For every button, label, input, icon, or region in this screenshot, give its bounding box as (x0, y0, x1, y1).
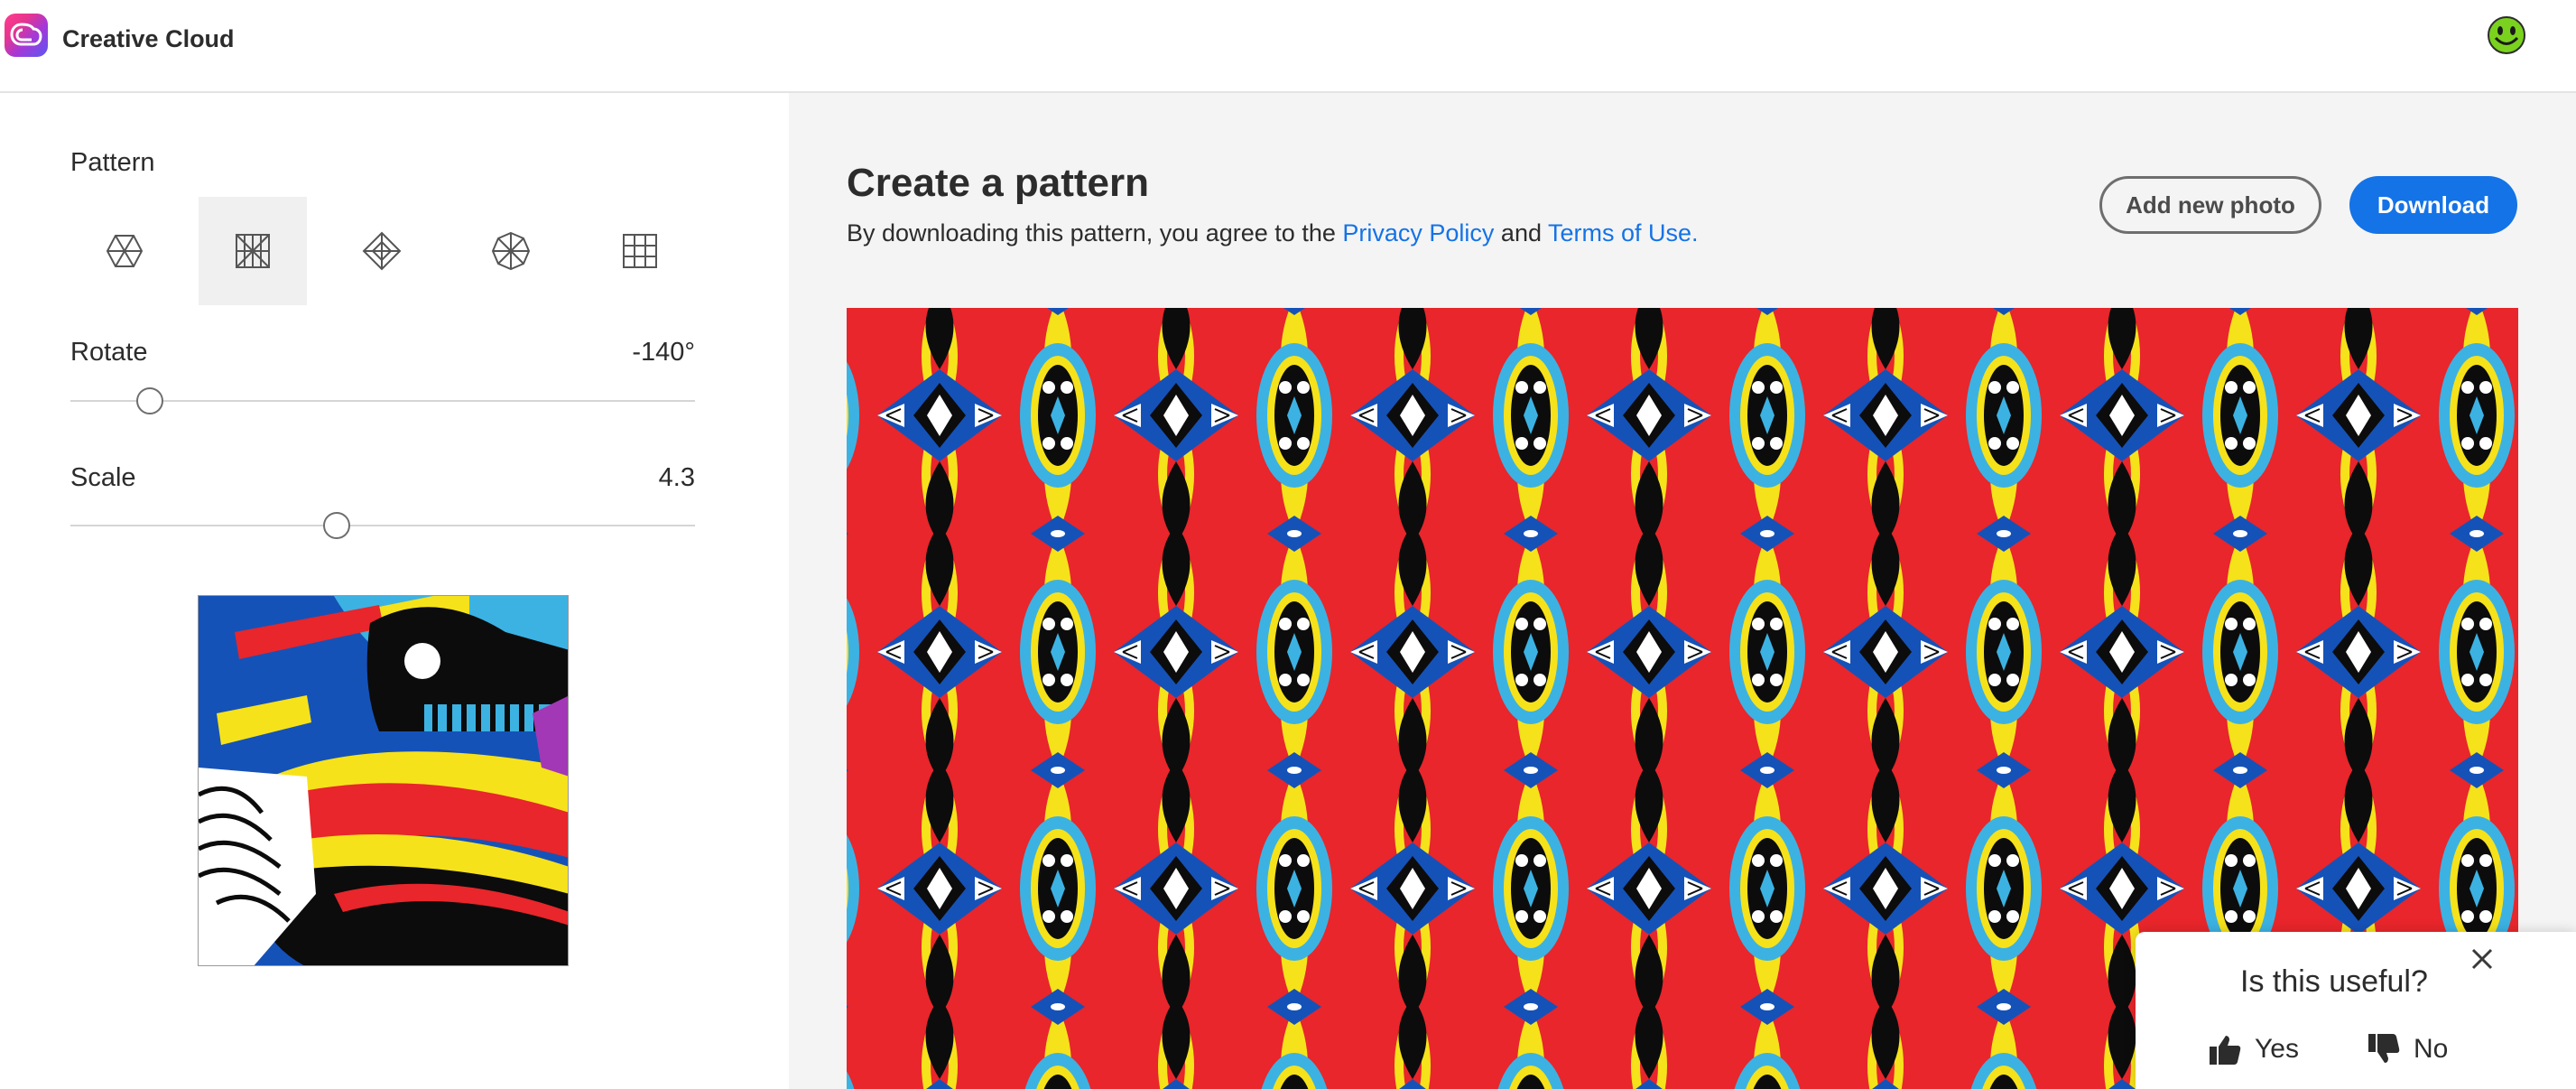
pattern-type-diamond[interactable] (328, 197, 436, 305)
scale-slider[interactable] (70, 525, 695, 526)
scale-slider-thumb[interactable] (323, 512, 350, 539)
feedback-question: Is this useful? (2240, 964, 2428, 999)
scale-value: 4.3 (658, 463, 695, 492)
diamond-pattern-icon (362, 231, 402, 271)
agreement-text: By downloading this pattern, you agree t… (847, 219, 1699, 247)
thumbs-up-icon (2210, 1036, 2241, 1065)
grid-pattern-icon (623, 234, 657, 268)
agreement-and: and (1494, 219, 1548, 247)
page-title: Create a pattern (847, 161, 1150, 205)
feedback-yes-label: Yes (2255, 1034, 2299, 1064)
settings-panel: Pattern Rotate -140° Scale 4.3 (0, 93, 789, 1089)
agreement-prefix: By downloading this pattern, you agree t… (847, 219, 1343, 247)
add-new-photo-button[interactable]: Add new photo (2099, 176, 2321, 234)
pattern-label: Pattern (70, 148, 155, 177)
radial-pattern-icon (491, 231, 531, 271)
thumbs-down-icon (2368, 1034, 2400, 1063)
close-icon[interactable] (2466, 943, 2498, 975)
feedback-yes-button[interactable]: Yes (2208, 1029, 2299, 1069)
rotate-label: Rotate (70, 338, 148, 367)
app-title: Creative Cloud (62, 25, 235, 52)
feedback-no-button[interactable]: No (2367, 1029, 2448, 1069)
feedback-no-label: No (2414, 1034, 2449, 1064)
feedback-popup: Is this useful? Yes No (2136, 932, 2576, 1089)
privacy-policy-link[interactable]: Privacy Policy (1342, 219, 1494, 247)
pattern-type-radial[interactable] (457, 197, 565, 305)
pattern-type-hexagon[interactable] (70, 197, 179, 305)
terms-of-use-link[interactable]: Terms of Use. (1548, 219, 1699, 247)
hexagon-pattern-icon (106, 235, 144, 267)
rotate-value: -140° (632, 338, 695, 367)
scale-label: Scale (70, 463, 136, 492)
rotate-slider[interactable] (70, 400, 695, 402)
pattern-type-grid[interactable] (586, 197, 694, 305)
pattern-type-square-mirror[interactable] (199, 197, 307, 305)
user-avatar-icon[interactable] (2487, 15, 2526, 55)
square-mirror-pattern-icon (236, 234, 270, 268)
download-button[interactable]: Download (2349, 176, 2517, 234)
rotate-slider-thumb[interactable] (136, 387, 163, 414)
top-bar: Creative Cloud (0, 0, 2576, 93)
creative-cloud-logo-icon[interactable] (5, 14, 48, 57)
source-image-preview (198, 595, 569, 966)
